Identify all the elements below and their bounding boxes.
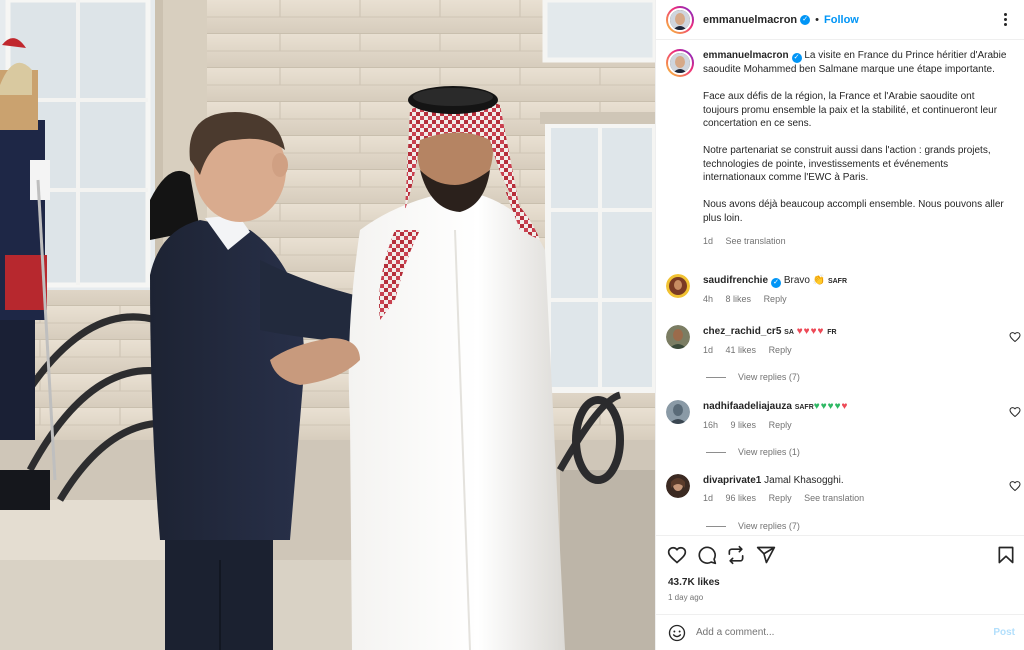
comment-likes[interactable]: 8 likes bbox=[726, 294, 752, 304]
comment-composer: Post bbox=[656, 614, 1024, 650]
author-username[interactable]: emmanuelmacron bbox=[703, 14, 797, 26]
reply-button[interactable]: Reply bbox=[769, 345, 792, 355]
flag-label: SAFR bbox=[794, 404, 814, 411]
reply-button[interactable]: Reply bbox=[769, 420, 792, 430]
repost-icon[interactable] bbox=[726, 545, 746, 565]
likes-count[interactable]: 43.7K likes bbox=[668, 577, 720, 588]
add-comment-input[interactable] bbox=[696, 627, 966, 638]
flag-label: SA bbox=[784, 329, 794, 336]
comment-likes[interactable]: 9 likes bbox=[731, 420, 757, 430]
post-timestamp[interactable]: 1 day ago bbox=[668, 593, 703, 602]
comment-text: Bravo bbox=[783, 275, 810, 286]
comment-likes[interactable]: 41 likes bbox=[726, 345, 757, 355]
post-photo[interactable] bbox=[0, 0, 655, 650]
like-comment-heart-icon[interactable] bbox=[1009, 331, 1021, 343]
replies-divider bbox=[706, 451, 726, 453]
view-replies-label: View replies (7) bbox=[738, 521, 800, 531]
commenter-avatar[interactable] bbox=[666, 400, 690, 424]
comment-time: 4h bbox=[703, 294, 714, 304]
post-details-panel: emmanuelmacron ✓ • Follow emmanuelmacron… bbox=[655, 0, 1024, 650]
emoji-icon[interactable] bbox=[668, 624, 686, 642]
flag-label: SAFR bbox=[827, 278, 848, 285]
comment-item: chez_rachid_cr5 SA ♥♥♥♥ FR 1d 41 likes R… bbox=[666, 325, 1021, 355]
replies-divider bbox=[706, 376, 726, 378]
comment-item: saudifrenchie ✓ Bravo 👏 SAFR 4h 8 likes R… bbox=[666, 274, 1021, 304]
comment-item: divaprivate1 Jamal Khasogghi. 1d 96 like… bbox=[666, 474, 1021, 503]
instagram-post-view: emmanuelmacron ✓ • Follow emmanuelmacron… bbox=[0, 0, 1024, 650]
reply-button[interactable]: Reply bbox=[764, 294, 787, 304]
caption-text: emmanuelmacron ✓ La visite en France du P… bbox=[703, 49, 1008, 248]
commenter-username[interactable]: saudifrenchie bbox=[703, 275, 768, 286]
view-replies-button[interactable]: View replies (1) bbox=[706, 447, 800, 457]
replies-divider bbox=[706, 525, 726, 527]
commenter-avatar[interactable] bbox=[666, 325, 690, 349]
post-header: emmanuelmacron ✓ • Follow bbox=[656, 0, 1024, 40]
view-replies-button[interactable]: View replies (7) bbox=[706, 372, 800, 382]
commenter-avatar[interactable] bbox=[666, 474, 690, 498]
caption-meta: 1d See translation bbox=[703, 235, 1008, 249]
commenter-username[interactable]: divaprivate1 bbox=[703, 475, 761, 486]
comment-time: 1d bbox=[703, 345, 714, 355]
view-replies-button[interactable]: View replies (7) bbox=[706, 521, 800, 531]
post-comment-button[interactable]: Post bbox=[993, 627, 1015, 638]
view-replies-label: View replies (1) bbox=[738, 447, 800, 457]
verified-badge-icon: ✓ bbox=[771, 278, 782, 288]
like-comment-heart-icon[interactable] bbox=[1009, 480, 1021, 492]
send-icon[interactable] bbox=[756, 545, 776, 565]
red-heart-emoji: ♥ bbox=[841, 401, 849, 412]
green-hearts-emoji: ♥♥♥♥ bbox=[813, 401, 842, 412]
heart-icon[interactable] bbox=[667, 545, 687, 565]
see-translation-link[interactable]: See translation bbox=[726, 236, 786, 246]
caption-paragraph-3: Notre partenariat se construit aussi dan… bbox=[703, 145, 991, 183]
comment-text: Jamal Khasogghi. bbox=[764, 475, 844, 486]
follow-button[interactable]: Follow bbox=[824, 14, 859, 26]
see-translation-link[interactable]: See translation bbox=[804, 493, 864, 503]
more-options-icon[interactable] bbox=[997, 10, 1013, 28]
comments-scroll-area[interactable]: emmanuelmacron ✓ La visite en France du P… bbox=[656, 40, 1024, 535]
view-replies-label: View replies (7) bbox=[738, 372, 800, 382]
verified-badge-icon: ✓ bbox=[800, 14, 811, 25]
comment-time: 16h bbox=[703, 420, 719, 430]
caption-author-avatar[interactable] bbox=[666, 49, 694, 77]
commenter-avatar[interactable] bbox=[666, 274, 690, 298]
caption-time: 1d bbox=[703, 235, 714, 246]
photo-illustration bbox=[0, 0, 655, 650]
flag-label: FR bbox=[827, 329, 837, 336]
commenter-username[interactable]: chez_rachid_cr5 bbox=[703, 326, 781, 337]
commenter-username[interactable]: nadhifaadeliajauza bbox=[703, 401, 792, 412]
like-comment-heart-icon[interactable] bbox=[1009, 406, 1021, 418]
comment-time: 1d bbox=[703, 493, 714, 503]
bookmark-icon[interactable] bbox=[996, 545, 1016, 565]
clap-emoji: 👏 bbox=[812, 275, 826, 286]
comment-likes[interactable]: 96 likes bbox=[726, 493, 757, 503]
author-avatar[interactable] bbox=[666, 5, 694, 34]
comment-item: nadhifaadeliajauza SAFR♥♥♥♥♥ 16h 9 likes… bbox=[666, 400, 1021, 430]
caption-username[interactable]: emmanuelmacron bbox=[703, 50, 789, 61]
post-actions-bar: 43.7K likes 1 day ago bbox=[656, 535, 1024, 615]
verified-badge-icon: ✓ bbox=[791, 53, 802, 63]
reply-button[interactable]: Reply bbox=[769, 493, 792, 503]
post-caption: emmanuelmacron ✓ La visite en France du P… bbox=[666, 49, 1016, 248]
caption-paragraph-2: Face aux défis de la région, la France e… bbox=[703, 91, 998, 129]
separator-dot: • bbox=[815, 13, 820, 26]
caption-paragraph-4: Nous avons déjà beaucoup accompli ensemb… bbox=[703, 199, 1004, 224]
comment-icon[interactable] bbox=[697, 545, 717, 565]
red-hearts-emoji: ♥♥♥♥ bbox=[796, 326, 825, 337]
